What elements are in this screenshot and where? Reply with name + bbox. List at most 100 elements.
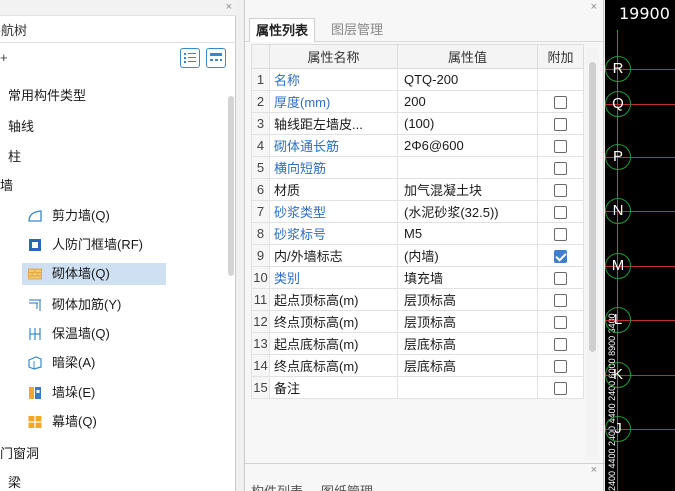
property-value[interactable]: (内墙) bbox=[397, 244, 538, 267]
close-icon[interactable]: × bbox=[226, 0, 232, 14]
attach-checkbox[interactable] bbox=[554, 118, 567, 132]
table-row[interactable]: 6 材质 加气混凝土块 bbox=[251, 178, 584, 201]
table-row[interactable]: 1 名称 QTQ-200 bbox=[251, 68, 584, 91]
attach-cell bbox=[537, 222, 584, 245]
axis-bubble[interactable]: P bbox=[605, 144, 631, 170]
property-value[interactable] bbox=[397, 156, 538, 179]
tab-component-list[interactable]: 构件列表 bbox=[251, 481, 303, 491]
table-row[interactable]: 5 横向短筋 bbox=[251, 156, 584, 179]
curtain-wall-icon bbox=[28, 416, 42, 428]
tree-item-wall[interactable]: 墙 bbox=[0, 175, 200, 197]
tree-item-axis[interactable]: 轴线 bbox=[0, 116, 200, 138]
row-index: 1 bbox=[251, 68, 270, 91]
attach-checkbox[interactable] bbox=[554, 140, 567, 154]
attach-cell bbox=[537, 354, 584, 377]
attach-checkbox[interactable] bbox=[554, 206, 567, 220]
close-icon[interactable]: × bbox=[591, 464, 597, 476]
tree-item-column[interactable]: 柱 bbox=[0, 146, 200, 168]
table-row[interactable]: 12 终点顶标高(m) 层顶标高 bbox=[251, 310, 584, 333]
attach-cell bbox=[537, 200, 584, 223]
table-row[interactable]: 15 备注 bbox=[251, 376, 584, 399]
table-row[interactable]: 4 砌体通长筋 2Φ6@600 bbox=[251, 134, 584, 157]
tab-layer-management[interactable]: 图层管理 bbox=[325, 18, 389, 42]
property-value[interactable]: 加气混凝土块 bbox=[397, 178, 538, 201]
attach-checkbox[interactable] bbox=[554, 250, 567, 264]
axis-bubble[interactable]: Q bbox=[605, 91, 631, 117]
property-value[interactable]: 填充墙 bbox=[397, 266, 538, 289]
property-tabs: 属性列表 图层管理 bbox=[245, 18, 605, 42]
property-value[interactable]: 层底标高 bbox=[397, 332, 538, 355]
row-index: 5 bbox=[251, 156, 270, 179]
axis-bubble[interactable]: M bbox=[605, 253, 631, 279]
table-row[interactable]: 10 类别 填充墙 bbox=[251, 266, 584, 289]
property-value[interactable]: 层顶标高 bbox=[397, 310, 538, 333]
tree-item-masonry-reinforcement[interactable]: 砌体加筋(Y) bbox=[22, 294, 202, 316]
attach-cell bbox=[537, 244, 584, 267]
tab-drawing-management[interactable]: 图纸管理 bbox=[321, 481, 373, 491]
row-index: 10 bbox=[251, 266, 270, 289]
table-row[interactable]: 9 内/外墙标志 (内墙) bbox=[251, 244, 584, 267]
attach-cell bbox=[537, 178, 584, 201]
property-value[interactable]: (水泥砂浆(32.5)) bbox=[397, 200, 538, 223]
property-name: 起点底标高(m) bbox=[269, 332, 398, 355]
property-value[interactable]: M5 bbox=[397, 222, 538, 245]
masonry-reinforcement-icon bbox=[29, 299, 41, 311]
tree-item-common-types[interactable]: 常用构件类型 bbox=[0, 85, 200, 107]
tree-item-curtain-wall[interactable]: 幕墙(Q) bbox=[22, 411, 202, 433]
axis-bubble[interactable]: J bbox=[605, 416, 631, 442]
drawing-canvas[interactable]: 19900 2400 4400 2400 4400 2400 6000 8900… bbox=[605, 0, 675, 491]
table-row[interactable]: 7 砂浆类型 (水泥砂浆(32.5)) bbox=[251, 200, 584, 223]
tree-item-masonry-wall[interactable]: 砌体墙(Q) bbox=[22, 263, 166, 285]
table-row[interactable]: 3 轴线距左墙皮... (100) bbox=[251, 112, 584, 135]
property-name: 横向短筋 bbox=[269, 156, 398, 179]
tree-item-beam[interactable]: 梁 bbox=[0, 472, 200, 491]
attach-checkbox[interactable] bbox=[554, 382, 567, 396]
property-value[interactable]: (100) bbox=[397, 112, 538, 135]
property-value[interactable]: 层底标高 bbox=[397, 354, 538, 377]
axis-bubble[interactable]: L bbox=[605, 307, 631, 333]
scrollbar[interactable] bbox=[228, 96, 234, 276]
tree-item-insulation-wall[interactable]: 保温墙(Q) bbox=[22, 323, 202, 345]
axis-bubble[interactable]: K bbox=[605, 362, 631, 388]
tree-item-wall-pier[interactable]: 墙垛(E) bbox=[22, 382, 202, 404]
attach-checkbox[interactable] bbox=[554, 294, 567, 308]
property-value[interactable]: QTQ-200 bbox=[397, 68, 538, 91]
table-row[interactable]: 8 砂浆标号 M5 bbox=[251, 222, 584, 245]
axis-bubble[interactable]: N bbox=[605, 198, 631, 224]
attach-checkbox[interactable] bbox=[554, 184, 567, 198]
attach-checkbox[interactable] bbox=[554, 338, 567, 352]
tree-item-concealed-beam[interactable]: 暗梁(A) bbox=[22, 352, 202, 374]
row-index: 4 bbox=[251, 134, 270, 157]
panel-header-strip: × bbox=[0, 0, 236, 16]
scrollbar[interactable] bbox=[589, 62, 596, 352]
property-value[interactable]: 200 bbox=[397, 90, 538, 113]
attach-checkbox[interactable] bbox=[554, 316, 567, 330]
expand-icon[interactable]: + bbox=[0, 50, 8, 65]
property-value[interactable] bbox=[397, 376, 538, 399]
tree-item-door-window-opening[interactable]: 门窗洞 bbox=[0, 443, 200, 465]
tree-item-civil-defense-door-wall[interactable]: 人防门框墙(RF) bbox=[22, 234, 202, 256]
table-row[interactable]: 13 起点底标高(m) 层底标高 bbox=[251, 332, 584, 355]
column-header-property-value: 属性值 bbox=[397, 44, 538, 69]
table-row[interactable]: 14 终点底标高(m) 层底标高 bbox=[251, 354, 584, 377]
property-view-icon[interactable] bbox=[206, 48, 226, 68]
column-header-property-name: 属性名称 bbox=[269, 44, 398, 69]
property-table: 属性名称 属性值 附加 1 名称 QTQ-200 2 厚度(mm) 200 3 轴线距左墙皮.… bbox=[251, 44, 584, 399]
attach-checkbox[interactable] bbox=[554, 162, 567, 176]
property-value[interactable]: 2Φ6@600 bbox=[397, 134, 538, 157]
attach-checkbox[interactable] bbox=[554, 360, 567, 374]
table-row[interactable]: 2 厚度(mm) 200 bbox=[251, 90, 584, 113]
attach-checkbox[interactable] bbox=[554, 272, 567, 286]
list-view-icon[interactable] bbox=[180, 48, 200, 68]
property-value[interactable]: 层顶标高 bbox=[397, 288, 538, 311]
coordinate-label: 19900 bbox=[619, 4, 670, 23]
attach-checkbox[interactable] bbox=[554, 96, 567, 110]
column-header-attach: 附加 bbox=[537, 44, 584, 69]
property-name: 砂浆类型 bbox=[269, 200, 398, 223]
tab-property-list[interactable]: 属性列表 bbox=[249, 18, 316, 42]
axis-bubble[interactable]: R bbox=[605, 56, 631, 82]
close-icon[interactable]: × bbox=[591, 0, 597, 14]
table-row[interactable]: 11 起点顶标高(m) 层顶标高 bbox=[251, 288, 584, 311]
attach-checkbox[interactable] bbox=[554, 228, 567, 242]
tree-item-shear-wall[interactable]: 剪力墙(Q) bbox=[22, 205, 202, 227]
